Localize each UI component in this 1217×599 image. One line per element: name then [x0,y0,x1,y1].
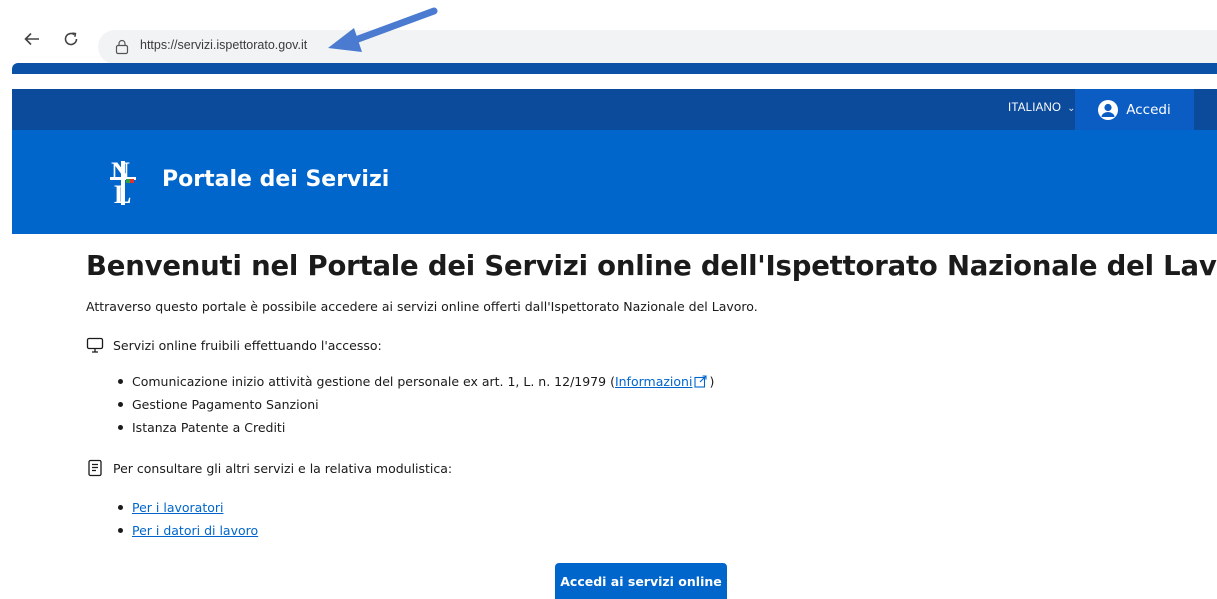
intro-text: Attraverso questo portale è possibile ac… [86,299,758,314]
workers-link[interactable]: Per i lavoratori [132,500,223,515]
online-services-heading: Servizi online fruibili effettuando l'ac… [86,336,382,354]
other-services-list: Per i lavoratori Per i datori di lavoro [117,496,258,542]
url-text[interactable]: https://servizi.ispettorato.gov.it [140,38,307,52]
list-item: Comunicazione inizio attività gestione d… [117,370,714,393]
site-title[interactable]: Portale dei Servizi [162,167,389,192]
desktop-icon [86,337,104,353]
back-arrow-icon[interactable] [19,26,45,52]
annotation-arrow-icon [328,7,438,52]
online-services-list: Comunicazione inizio attività gestione d… [117,370,714,439]
list-item-suffix: ) [709,374,715,389]
other-services-label: Per consultare gli altri servizi e la re… [113,460,453,476]
info-link[interactable]: Informazioni [615,374,693,389]
language-selector[interactable]: ITALIANO ⌄ [1008,102,1076,114]
external-link-icon[interactable] [694,375,708,388]
language-label[interactable]: ITALIANO [1008,102,1061,114]
page-title: Benvenuti nel Portale dei Servizi online… [86,250,1217,282]
page-top-strip [12,63,1217,74]
other-services-heading: Per consultare gli altri servizi e la re… [86,459,452,477]
list-item-text: Comunicazione inizio attività gestione d… [132,374,615,389]
document-icon [88,459,102,477]
access-online-services-button[interactable]: Accedi ai servizi online [555,563,727,599]
list-item: Gestione Pagamento Sanzioni [117,393,714,416]
browser-toolbar: https://servizi.ispettorato.gov.it [0,0,1217,64]
list-item: Per i datori di lavoro [117,519,258,542]
employers-link[interactable]: Per i datori di lavoro [132,523,258,538]
reload-icon[interactable] [58,26,84,52]
address-bar[interactable]: https://servizi.ispettorato.gov.it [98,30,1217,64]
lock-icon[interactable] [115,39,129,55]
user-icon [1098,99,1119,120]
login-label[interactable]: Accedi [1126,102,1170,118]
list-item: Per i lavoratori [117,496,258,519]
list-item: Istanza Patente a Crediti [117,416,714,439]
login-button[interactable]: Accedi [1075,89,1194,130]
slim-header: ITALIANO ⌄ Accedi [12,89,1217,130]
main-header: N L Portale dei Servizi [12,130,1217,234]
online-services-label: Servizi online fruibili effettuando l'ac… [113,337,382,353]
inl-logo[interactable]: N L [108,152,156,210]
